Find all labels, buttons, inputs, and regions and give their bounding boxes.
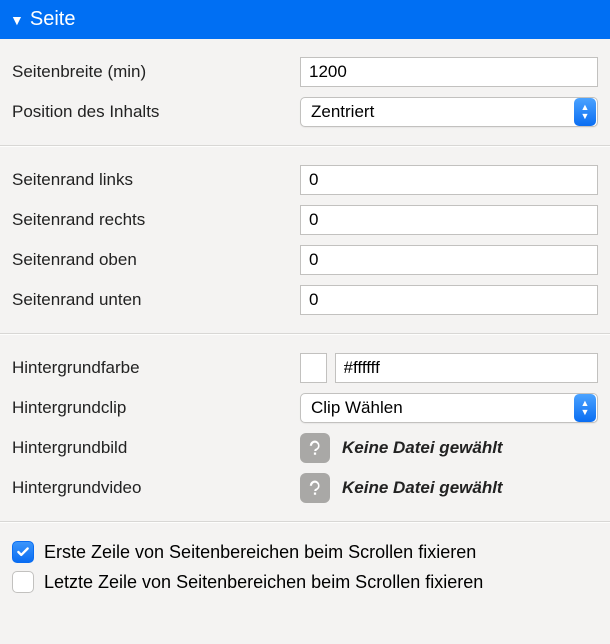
label-bg-video: Hintergrundvideo — [12, 478, 300, 498]
input-bg-color[interactable] — [335, 353, 598, 383]
section-scroll-fix: Erste Zeile von Seitenbereichen beim Scr… — [0, 523, 610, 611]
row-margin-bottom: Seitenrand unten — [12, 283, 598, 317]
row-margin-right: Seitenrand rechts — [12, 203, 598, 237]
file-picker-bg-video[interactable] — [300, 473, 330, 503]
checkbox-fix-first[interactable] — [12, 541, 34, 563]
checkbox-fix-first-label: Erste Zeile von Seitenbereichen beim Scr… — [44, 542, 476, 563]
checkmark-icon — [16, 545, 30, 559]
row-width-min: Seitenbreite (min) — [12, 55, 598, 89]
row-bg-image: Hintergrundbild Keine Datei gewählt — [12, 431, 598, 465]
question-mark-icon — [306, 479, 324, 497]
select-stepper-icon: ▲▼ — [574, 394, 596, 422]
select-stepper-icon: ▲▼ — [574, 98, 596, 126]
label-bg-clip: Hintergrundclip — [12, 398, 300, 418]
status-bg-video: Keine Datei gewählt — [342, 478, 503, 498]
input-margin-right[interactable] — [300, 205, 598, 235]
row-content-position: Position des Inhalts Zentriert ▲▼ — [12, 95, 598, 129]
input-margin-bottom[interactable] — [300, 285, 598, 315]
label-bg-color: Hintergrundfarbe — [12, 358, 300, 378]
label-margin-bottom: Seitenrand unten — [12, 290, 300, 310]
row-bg-color: Hintergrundfarbe — [12, 351, 598, 385]
row-bg-video: Hintergrundvideo Keine Datei gewählt — [12, 471, 598, 505]
section-dimensions: Seitenbreite (min) Position des Inhalts … — [0, 39, 610, 145]
label-margin-left: Seitenrand links — [12, 170, 300, 190]
input-margin-top[interactable] — [300, 245, 598, 275]
checkbox-fix-last-row[interactable]: Letzte Zeile von Seitenbereichen beim Sc… — [12, 571, 598, 593]
checkbox-fix-last-label: Letzte Zeile von Seitenbereichen beim Sc… — [44, 572, 483, 593]
section-margins: Seitenrand links Seitenrand rechts Seite… — [0, 147, 610, 333]
label-margin-top: Seitenrand oben — [12, 250, 300, 270]
label-bg-image: Hintergrundbild — [12, 438, 300, 458]
file-picker-bg-image[interactable] — [300, 433, 330, 463]
status-bg-image: Keine Datei gewählt — [342, 438, 503, 458]
input-width-min[interactable] — [300, 57, 598, 87]
select-bg-clip[interactable]: Clip Wählen ▲▼ — [300, 393, 598, 423]
panel-header[interactable]: ▼ Seite — [0, 0, 610, 39]
label-width-min: Seitenbreite (min) — [12, 62, 300, 82]
color-swatch[interactable] — [300, 353, 327, 383]
section-background: Hintergrundfarbe Hintergrundclip Clip Wä… — [0, 335, 610, 521]
row-bg-clip: Hintergrundclip Clip Wählen ▲▼ — [12, 391, 598, 425]
input-margin-left[interactable] — [300, 165, 598, 195]
row-margin-left: Seitenrand links — [12, 163, 598, 197]
panel-title: Seite — [30, 8, 76, 31]
select-content-position-value: Zentriert — [311, 102, 574, 122]
select-bg-clip-value: Clip Wählen — [311, 398, 574, 418]
label-content-position: Position des Inhalts — [12, 102, 300, 122]
question-mark-icon — [306, 439, 324, 457]
disclosure-triangle-icon: ▼ — [10, 12, 24, 28]
checkbox-fix-first-row[interactable]: Erste Zeile von Seitenbereichen beim Scr… — [12, 541, 598, 563]
checkbox-fix-last[interactable] — [12, 571, 34, 593]
select-content-position[interactable]: Zentriert ▲▼ — [300, 97, 598, 127]
label-margin-right: Seitenrand rechts — [12, 210, 300, 230]
row-margin-top: Seitenrand oben — [12, 243, 598, 277]
